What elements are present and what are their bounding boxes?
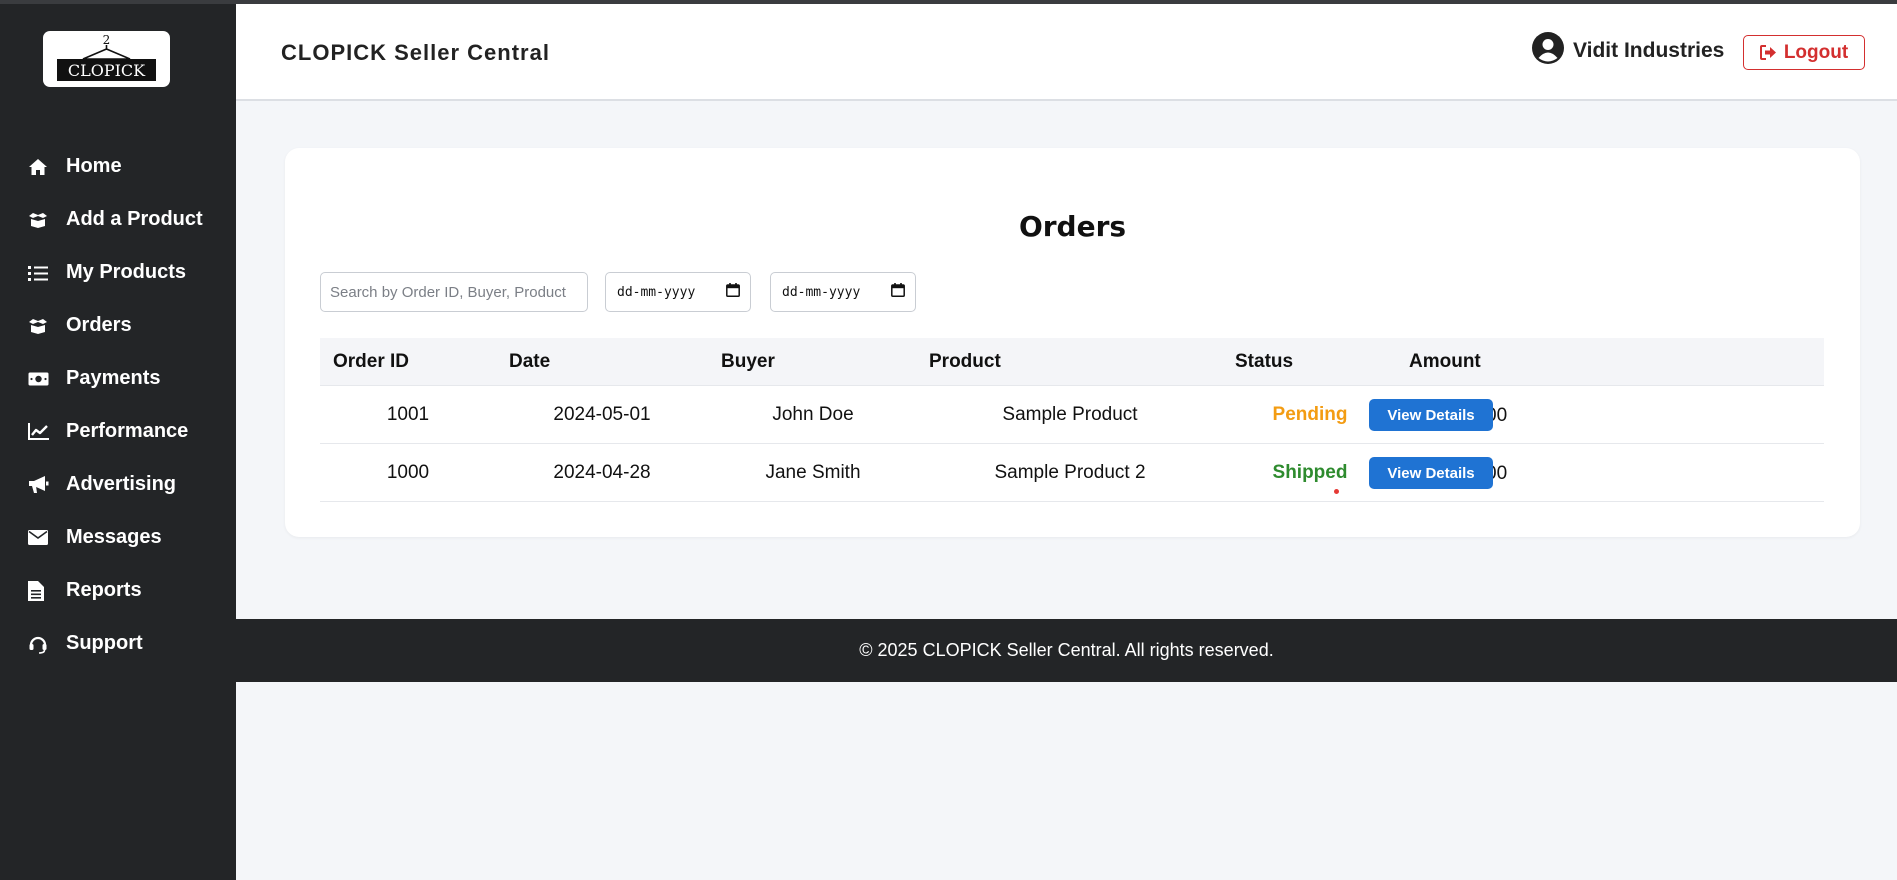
product-cell: Sample Product 2 xyxy=(994,462,1146,483)
sidebar-item-performance[interactable]: Performance xyxy=(0,405,236,458)
top-header: CLOPICK Seller Central Vidit Industries … xyxy=(236,4,1897,101)
sidebar-item-label: Advertising xyxy=(66,473,177,495)
calendar-icon[interactable] xyxy=(891,282,905,302)
date-from-value: dd-mm-yyyy xyxy=(617,284,696,300)
logout-label: Logout xyxy=(1783,41,1849,63)
cursor-dot xyxy=(1334,489,1339,494)
user-name: Vidit Industries xyxy=(1573,38,1725,62)
sidebar-item-my-products[interactable]: My Products xyxy=(0,246,236,299)
headset-icon xyxy=(28,633,52,655)
view-details-button[interactable]: View Details xyxy=(1369,457,1493,489)
table-row: 1000 2024-04-28 Jane Smith Sample Produc… xyxy=(320,444,1824,502)
sidebar-item-messages[interactable]: Messages xyxy=(0,511,236,564)
user-menu[interactable]: Vidit Industries xyxy=(1532,32,1724,69)
page-background xyxy=(236,682,1897,880)
clopick-logo[interactable]: 2 CLOPICK xyxy=(43,31,170,87)
sidebar-item-add-product[interactable]: Add a Product xyxy=(0,193,236,246)
table-row: 1001 2024-05-01 John Doe Sample Product … xyxy=(320,386,1824,444)
column-header-date[interactable]: Date xyxy=(509,351,550,373)
view-details-button[interactable]: View Details xyxy=(1369,399,1493,431)
column-header-buyer[interactable]: Buyer xyxy=(721,351,775,373)
orders-card: Orders dd-mm-yyyy dd-mm-yyyy Order ID Da… xyxy=(285,148,1860,537)
sidebar-item-reports[interactable]: Reports xyxy=(0,564,236,617)
sidebar-item-advertising[interactable]: Advertising xyxy=(0,458,236,511)
order-id-cell: 1001 xyxy=(386,404,430,425)
sidebar-item-label: Home xyxy=(66,155,122,177)
sign-out-icon xyxy=(1759,45,1776,60)
sidebar-item-label: My Products xyxy=(66,261,187,283)
date-to-field[interactable]: dd-mm-yyyy xyxy=(770,272,916,312)
money-bill-icon xyxy=(28,368,52,390)
sidebar-item-label: Support xyxy=(66,632,143,654)
date-to-value: dd-mm-yyyy xyxy=(782,284,861,300)
sidebar: 2 CLOPICK Home Add a Product My Products xyxy=(0,0,236,880)
date-from-field[interactable]: dd-mm-yyyy xyxy=(605,272,751,312)
sidebar-item-label: Payments xyxy=(66,367,161,389)
window-top-border xyxy=(0,0,1897,4)
sidebar-item-label: Performance xyxy=(66,420,189,442)
status-badge: Pending xyxy=(1272,404,1348,425)
list-icon xyxy=(28,262,52,284)
sidebar-nav: Home Add a Product My Products Orders Pa… xyxy=(0,140,236,670)
svg-text:CLOPICK: CLOPICK xyxy=(68,61,146,80)
column-header-product[interactable]: Product xyxy=(929,351,1001,373)
status-badge: Shipped xyxy=(1272,462,1348,483)
column-header-status[interactable]: Status xyxy=(1235,351,1293,373)
file-icon xyxy=(28,580,52,602)
chart-line-icon xyxy=(28,421,52,443)
sidebar-item-label: Add a Product xyxy=(66,208,203,230)
calendar-icon[interactable] xyxy=(726,282,740,302)
sidebar-item-support[interactable]: Support xyxy=(0,617,236,670)
sidebar-item-label: Messages xyxy=(66,526,162,548)
product-cell: Sample Product xyxy=(1002,404,1138,425)
date-cell: 2024-04-28 xyxy=(553,462,651,483)
footer-copyright: © 2025 CLOPICK Seller Central. All right… xyxy=(859,640,1274,660)
logout-button[interactable]: Logout xyxy=(1743,35,1865,70)
orders-table: Order ID Date Buyer Product Status Amoun… xyxy=(320,338,1824,502)
sidebar-item-label: Reports xyxy=(66,579,142,601)
sidebar-item-label: Orders xyxy=(66,314,132,336)
svg-text:2: 2 xyxy=(103,33,111,47)
box-open-icon xyxy=(28,209,52,231)
column-header-amount[interactable]: Amount xyxy=(1409,351,1481,373)
sidebar-item-orders[interactable]: Orders xyxy=(0,299,236,352)
order-id-cell: 1000 xyxy=(386,462,430,483)
page-footer: © 2025 CLOPICK Seller Central. All right… xyxy=(236,619,1897,682)
box-open-icon xyxy=(28,315,52,337)
page-title: Orders xyxy=(1018,210,1127,243)
search-input[interactable] xyxy=(320,272,588,312)
user-circle-icon xyxy=(1532,32,1564,69)
buyer-cell: Jane Smith xyxy=(765,462,861,483)
home-icon xyxy=(28,156,52,178)
page-brand-title: CLOPICK Seller Central xyxy=(281,40,550,65)
megaphone-icon xyxy=(28,474,52,496)
buyer-cell: John Doe xyxy=(772,404,854,425)
date-cell: 2024-05-01 xyxy=(553,404,651,425)
table-header: Order ID Date Buyer Product Status Amoun… xyxy=(320,338,1824,386)
sidebar-item-payments[interactable]: Payments xyxy=(0,352,236,405)
sidebar-item-home[interactable]: Home xyxy=(0,140,236,193)
envelope-icon xyxy=(28,527,52,549)
column-header-order-id[interactable]: Order ID xyxy=(333,351,409,373)
